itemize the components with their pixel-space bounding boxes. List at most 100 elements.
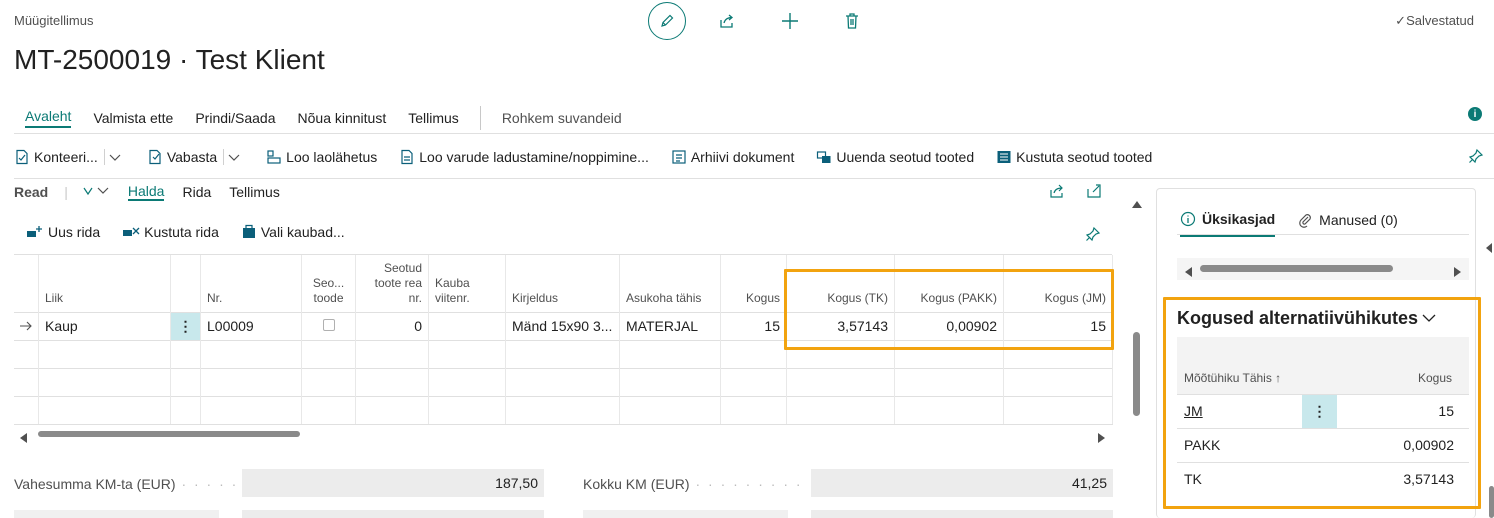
col-kirjeldus[interactable]: Kirjeldus	[505, 255, 620, 312]
more-options-button[interactable]: Rohkem suvandeid	[502, 110, 622, 126]
share-icon	[720, 14, 734, 28]
edit-button[interactable]	[648, 2, 686, 40]
archive-icon	[672, 150, 686, 164]
cell-kauba-viitenr[interactable]	[428, 311, 506, 340]
col-seotud-toote-rea-nr[interactable]: Seotud toote rea nr.	[355, 255, 429, 312]
trash-icon	[846, 13, 858, 29]
cell-nr[interactable]: L00009	[200, 311, 302, 340]
scroll-right-arrow[interactable]	[1097, 430, 1105, 446]
lines-menu-icon[interactable]	[82, 184, 110, 200]
delete-line-icon	[123, 227, 140, 236]
lines-header: Read | Halda Rida Tellimus	[14, 183, 280, 201]
lines-tab-rida[interactable]: Rida	[182, 184, 211, 200]
cell-kogus[interactable]: 15	[720, 311, 787, 340]
vat-value: 41,25	[811, 469, 1113, 497]
factbox-tabs: Üksikasjad Manused (0)	[1180, 203, 1420, 237]
release-document-icon	[149, 149, 161, 165]
saved-status: ✓Salvestatud	[1395, 13, 1474, 28]
plus-icon	[782, 13, 798, 29]
scroll-up-arrow[interactable]	[1132, 196, 1142, 212]
delete-items-icon	[997, 151, 1011, 163]
lines-tab-halda[interactable]: Halda	[127, 183, 165, 201]
lines-tab-tellimus[interactable]: Tellimus	[229, 184, 280, 200]
select-items-icon	[242, 224, 255, 238]
toolbar: Konteeri... Vabasta Loo laolähetus Loo v…	[14, 146, 1174, 168]
release-button[interactable]: Vabasta	[147, 149, 244, 165]
col-seotud-toode[interactable]: Seo... toode	[301, 255, 356, 312]
page-title: MT-2500019 · Test Klient	[14, 44, 325, 75]
row-arrow-icon	[14, 311, 39, 340]
cell-kirjeldus[interactable]: Mänd 15x90 3...	[505, 311, 620, 340]
col-asukoha-tahis[interactable]: Asukoha tähis	[619, 255, 721, 312]
table-row[interactable]	[14, 395, 1113, 425]
delete-related-items-button[interactable]: Kustuta seotud tooted	[996, 149, 1152, 165]
subtotal-label: Vahesumma KM-ta (EUR) · · · · · · ·	[14, 476, 264, 492]
scroll-left-arrow[interactable]	[1185, 264, 1192, 280]
scrollbar-thumb[interactable]	[38, 431, 300, 437]
cut-off-label	[14, 510, 219, 518]
divider	[14, 178, 1494, 179]
lines-title: Read	[14, 184, 49, 200]
tab-tellimus[interactable]: Tellimus	[408, 110, 459, 126]
new-line-icon	[27, 226, 42, 237]
divider	[14, 133, 1494, 134]
select-items-button[interactable]: Vali kaubad...	[241, 224, 345, 240]
post-button[interactable]: Konteeri...	[14, 149, 125, 165]
col-kauba-viitenr[interactable]: Kauba viitenr.	[428, 255, 506, 312]
shipment-icon	[267, 150, 281, 164]
breadcrumb: Müügitellimus	[14, 13, 94, 28]
delete-line-button[interactable]: Kustuta rida	[122, 224, 219, 240]
subtotal-value: 187,50	[242, 469, 544, 497]
tab-manused[interactable]: Manused (0)	[1297, 212, 1398, 228]
delete-button[interactable]	[841, 10, 863, 32]
scroll-right-arrow[interactable]	[1454, 264, 1461, 280]
tab-avaleht[interactable]: Avaleht	[25, 108, 72, 128]
vat-label: Kokku KM (EUR) · · · · · · · · ·	[583, 476, 803, 492]
cut-off-field	[242, 510, 544, 518]
cell-asukoha-tahis[interactable]: MATERJAL	[619, 311, 721, 340]
scroll-left-arrow[interactable]	[1486, 240, 1492, 256]
pin-icon[interactable]	[1468, 148, 1484, 167]
cell-seotud-toode[interactable]	[301, 311, 356, 340]
share-button[interactable]	[716, 10, 738, 32]
pencil-icon	[661, 14, 674, 27]
chevron-down-icon[interactable]	[103, 149, 125, 165]
row-menu-button[interactable]: ⋮	[170, 311, 201, 340]
tab-prindi-saada[interactable]: Prindi/Saada	[195, 110, 275, 126]
scrollbar-thumb[interactable]	[1200, 265, 1393, 272]
info-icon[interactable]: i	[1468, 107, 1482, 121]
chevron-down-icon[interactable]	[223, 149, 244, 165]
create-shipment-button[interactable]: Loo laolähetus	[266, 149, 377, 165]
new-button[interactable]	[779, 10, 801, 32]
archive-document-button[interactable]: Arhiivi dokument	[671, 149, 794, 165]
info-icon	[1180, 211, 1196, 227]
highlight-box	[1163, 297, 1481, 509]
table-row[interactable]	[14, 367, 1113, 396]
col-nr[interactable]: Nr.	[200, 255, 302, 312]
update-related-items-button[interactable]: Uuenda seotud tooted	[816, 149, 974, 165]
share-part-icon[interactable]	[1049, 184, 1065, 201]
post-document-icon	[16, 149, 28, 165]
vertical-scrollbar-thumb[interactable]	[1489, 486, 1494, 518]
cut-off-label	[583, 510, 788, 518]
lines-actions: Uus rida Kustuta rida Vali kaubad...	[26, 224, 367, 240]
pin-icon[interactable]	[1085, 226, 1101, 245]
cell-seotud-toote-rea-nr[interactable]: 0	[355, 311, 429, 340]
checkbox[interactable]	[322, 319, 335, 331]
tab-noua-kinnitust[interactable]: Nõua kinnitust	[298, 110, 387, 126]
update-items-icon	[817, 151, 831, 163]
divider	[479, 106, 481, 130]
checkmark-icon: ✓	[1395, 13, 1407, 28]
vertical-scrollbar-thumb[interactable]	[1133, 332, 1140, 416]
new-line-button[interactable]: Uus rida	[26, 224, 100, 240]
divider	[1177, 234, 1469, 235]
col-kogus[interactable]: Kogus	[720, 255, 787, 312]
cell-liik[interactable]: Kaup	[38, 311, 171, 340]
tab-valmista-ette[interactable]: Valmista ette	[93, 110, 173, 126]
create-put-away-pick-button[interactable]: Loo varude ladustamine/noppimine...	[399, 149, 649, 165]
horizontal-scrollbar[interactable]	[24, 430, 1102, 438]
action-bar: Avaleht Valmista ette Prindi/Saada Nõua …	[14, 106, 633, 130]
highlight-box	[784, 269, 1114, 350]
col-liik[interactable]: Liik	[38, 255, 171, 312]
expand-part-icon[interactable]	[1087, 184, 1101, 201]
